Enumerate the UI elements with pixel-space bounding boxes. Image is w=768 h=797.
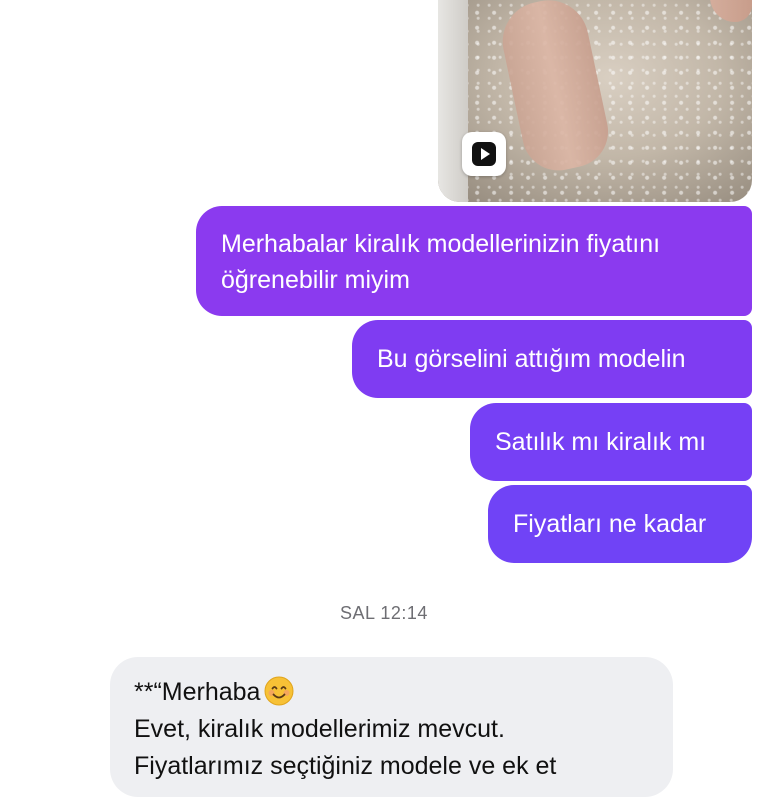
message-text: Satılık mı kiralık mı (495, 428, 707, 456)
smiling-face-emoji-icon (264, 676, 294, 706)
message-timestamp: SAL 12:14 (340, 603, 428, 623)
message-text: Evet, kiralık modellerimiz mevcut. (134, 715, 505, 743)
play-icon (472, 142, 496, 166)
video-arm-shape (495, 0, 615, 178)
message-text: Fiyatlarımız seçtiğiniz modele ve ek et (134, 752, 557, 780)
message-text: Fiyatları ne kadar (513, 510, 707, 538)
message-text: Bu görselini attığım modelin (377, 345, 686, 373)
message-text: Merhabalar kiralık modellerinizin fiyatı… (221, 230, 661, 294)
incoming-message-line: **“Merhaba (134, 674, 649, 711)
outgoing-message-bubble[interactable]: Bu görselini attığım modelin (352, 320, 752, 398)
outgoing-message-bubble[interactable]: Fiyatları ne kadar (488, 485, 752, 563)
outgoing-message-bubble[interactable]: Satılık mı kiralık mı (470, 403, 752, 481)
play-button[interactable] (462, 132, 506, 176)
incoming-message-bubble[interactable]: **“Merhaba Evet, kiralık modellerimiz me… (110, 657, 673, 797)
outgoing-message-bubble[interactable]: Merhabalar kiralık modellerinizin fiyatı… (196, 206, 752, 316)
message-text: **“Merhaba (134, 678, 261, 706)
video-hand-shape (710, 0, 752, 22)
video-message-thumbnail[interactable] (438, 0, 752, 202)
